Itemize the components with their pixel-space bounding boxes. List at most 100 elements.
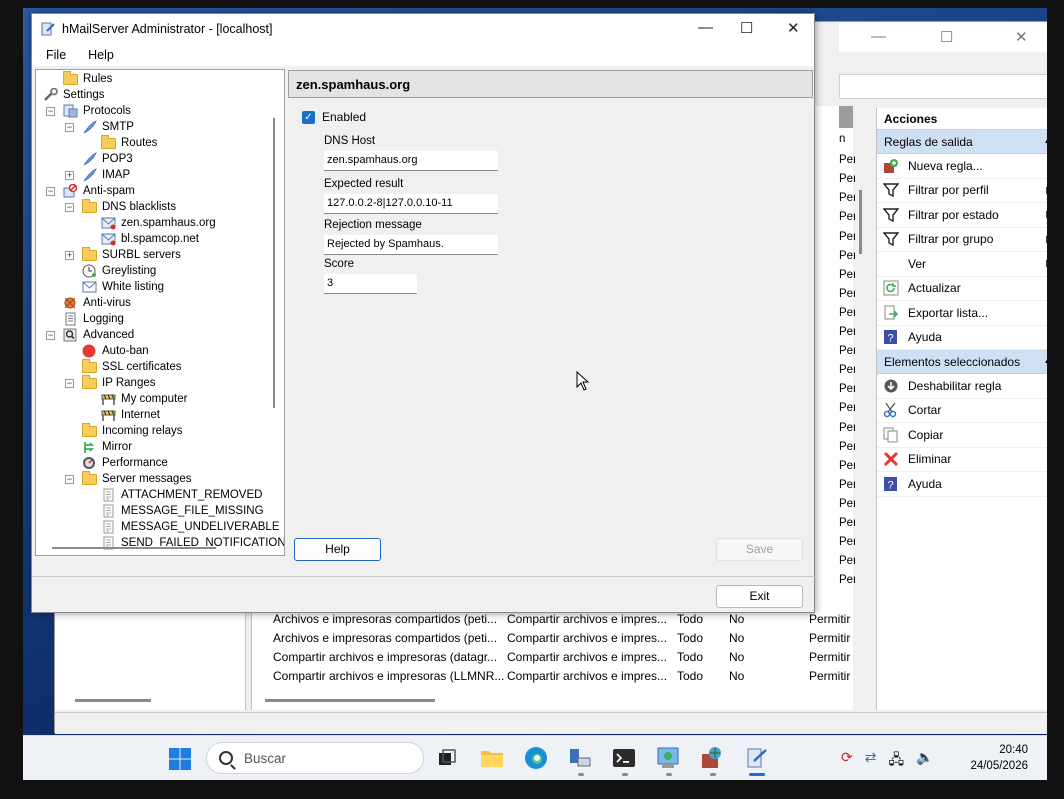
volume-icon[interactable]: 🔈 — [916, 749, 933, 773]
file-explorer-icon[interactable] — [478, 744, 506, 772]
table-row[interactable]: Archivos e impresoras compartidos (peti.… — [273, 612, 853, 631]
tree-item-selected[interactable]: zen.spamhaus.org — [84, 215, 216, 231]
table-row[interactable]: Compartir archivos e impresoras (LLMNR..… — [273, 669, 853, 688]
exit-button[interactable]: Exit — [716, 585, 803, 608]
network-icon[interactable]: 🖧 — [888, 749, 904, 773]
tree-item[interactable]: Mirror — [65, 439, 132, 455]
collapse-icon[interactable]: − — [65, 202, 74, 212]
dns-host-input[interactable]: zen.spamhaus.org — [324, 151, 498, 171]
section-selected-items[interactable]: Elementos seleccionados ▲ — [877, 350, 1047, 374]
tree-scrollbar[interactable] — [273, 118, 275, 408]
tree-item[interactable]: ATTACHMENT_REMOVED — [84, 487, 262, 503]
network-tool-icon[interactable] — [654, 744, 682, 772]
tree-item[interactable]: Routes — [84, 134, 157, 151]
tree-item[interactable]: Auto-ban — [65, 343, 149, 359]
tree-item[interactable]: − DNS blacklists — [65, 198, 176, 215]
collapse-icon[interactable]: ▲ — [1043, 355, 1047, 366]
action-item[interactable]: Nueva regla... — [877, 154, 1047, 179]
tree-item[interactable]: MESSAGE_UNDELIVERABLE — [84, 519, 280, 535]
edge-browser-icon[interactable] — [522, 744, 550, 772]
save-button[interactable]: Save — [716, 538, 803, 561]
update-icon[interactable]: ⟳ — [841, 749, 853, 773]
tree-hscrollbar[interactable] — [52, 547, 216, 549]
tree-item[interactable]: White listing — [65, 279, 164, 295]
tree-item[interactable]: Internet — [84, 407, 160, 423]
action-item[interactable]: Actualizar — [877, 277, 1047, 301]
checkmark-icon[interactable]: ✓ — [302, 110, 315, 124]
action-item[interactable]: Deshabilitar regla — [877, 374, 1047, 399]
tree-item-label: Greylisting — [102, 265, 157, 277]
collapse-icon[interactable]: − — [46, 186, 55, 196]
tree-item[interactable]: − Advanced — [46, 327, 134, 343]
collapse-icon[interactable]: − — [46, 330, 55, 340]
action-item[interactable]: ? Ayuda — [877, 472, 1047, 497]
tree-item[interactable]: −Settings — [36, 87, 105, 103]
tree-item[interactable]: − IP Ranges — [65, 374, 156, 391]
tree-item[interactable]: Logging — [46, 311, 124, 327]
terminal-icon[interactable] — [610, 744, 638, 772]
expected-result-input[interactable]: 127.0.0.2-8|127.0.0.10-11 — [324, 194, 498, 214]
collapse-icon[interactable]: ▲ — [1043, 135, 1047, 146]
score-input[interactable]: 3 — [324, 274, 417, 294]
close-icon[interactable]: ✕ — [1015, 28, 1028, 46]
expand-icon[interactable]: + — [65, 170, 74, 180]
action-item[interactable]: Copiar — [877, 423, 1047, 448]
rules-hscrollbar[interactable] — [265, 699, 435, 702]
action-item[interactable]: Exportar lista... — [877, 301, 1047, 326]
menu-file[interactable]: File — [46, 48, 66, 66]
tree-hscrollbar[interactable] — [75, 699, 151, 702]
windows-start-icon[interactable] — [169, 748, 191, 770]
collapse-icon[interactable]: − — [46, 106, 55, 116]
action-item[interactable]: Ver ▶ — [877, 252, 1047, 277]
action-item[interactable]: Filtrar por grupo ▶ — [877, 228, 1047, 252]
tree-item[interactable]: + SURBL servers — [65, 246, 181, 263]
action-item[interactable]: Eliminar — [877, 448, 1047, 472]
action-item[interactable]: Filtrar por perfil ▶ — [877, 179, 1047, 203]
collapse-icon[interactable]: − — [65, 378, 74, 388]
rejection-message-input[interactable]: Rejected by Spamhaus. — [324, 235, 498, 255]
menu-help[interactable]: Help — [88, 48, 114, 66]
maximize-icon[interactable]: ☐ — [940, 28, 953, 46]
section-outbound-rules[interactable]: Reglas de salida ▲ — [877, 130, 1047, 154]
enabled-checkbox[interactable]: ✓ Enabled — [302, 110, 366, 124]
action-item[interactable]: ? Ayuda — [877, 326, 1047, 350]
tree-item[interactable]: bl.spamcop.net — [84, 231, 199, 247]
help-button[interactable]: Help — [294, 538, 381, 561]
minimize-button[interactable]: — — [698, 19, 713, 36]
collapse-icon[interactable]: − — [65, 122, 74, 132]
tree-item[interactable]: − Protocols — [46, 103, 131, 119]
close-button[interactable]: ✕ — [787, 19, 800, 37]
column-header-action[interactable] — [839, 106, 853, 128]
table-row[interactable]: Compartir archivos e impresoras (datagr.… — [273, 650, 853, 669]
tree-item[interactable]: MESSAGE_FILE_MISSING — [84, 503, 264, 519]
tree-item[interactable]: − SMTP — [65, 119, 134, 135]
tree-item[interactable]: My computer — [84, 391, 187, 407]
clock[interactable]: 20:40 24/05/2026 — [953, 742, 1028, 774]
collapse-icon[interactable]: − — [65, 474, 74, 484]
expand-icon[interactable]: + — [65, 250, 74, 260]
tree-item[interactable]: Rules — [46, 70, 112, 87]
rules-scrollbar[interactable] — [859, 190, 862, 254]
tree-item[interactable]: Incoming relays — [65, 422, 183, 439]
rule-group-cell: Compartir archivos e impres... — [507, 631, 668, 645]
tree-item[interactable]: Anti-virus — [46, 295, 131, 311]
tree-item[interactable]: Performance — [65, 455, 168, 471]
tree-item[interactable]: Greylisting — [65, 263, 156, 279]
tree-item[interactable]: SSL certificates — [65, 358, 181, 375]
action-item[interactable]: Filtrar por estado ▶ — [877, 203, 1047, 228]
network-share-icon[interactable]: ⇄ — [865, 749, 877, 773]
maximize-button[interactable]: ☐ — [740, 19, 753, 37]
firewall-app-icon[interactable] — [698, 744, 726, 772]
tree-item[interactable]: + IMAP — [65, 167, 130, 183]
tree-item[interactable]: POP3 — [65, 151, 133, 167]
table-row[interactable]: Archivos e impresoras compartidos (peti.… — [273, 631, 853, 650]
action-item[interactable]: Cortar — [877, 399, 1047, 423]
hmailserver-taskbar-icon[interactable] — [742, 744, 770, 772]
tree-item[interactable]: − Anti-spam — [46, 183, 135, 199]
taskbar-search[interactable]: Buscar — [206, 742, 424, 774]
minimize-icon[interactable]: — — [871, 28, 886, 45]
tree-item[interactable]: − Server messages — [65, 470, 191, 487]
task-view-icon[interactable] — [433, 744, 461, 772]
server-manager-icon[interactable] — [566, 744, 594, 772]
feather-icon — [82, 152, 97, 166]
